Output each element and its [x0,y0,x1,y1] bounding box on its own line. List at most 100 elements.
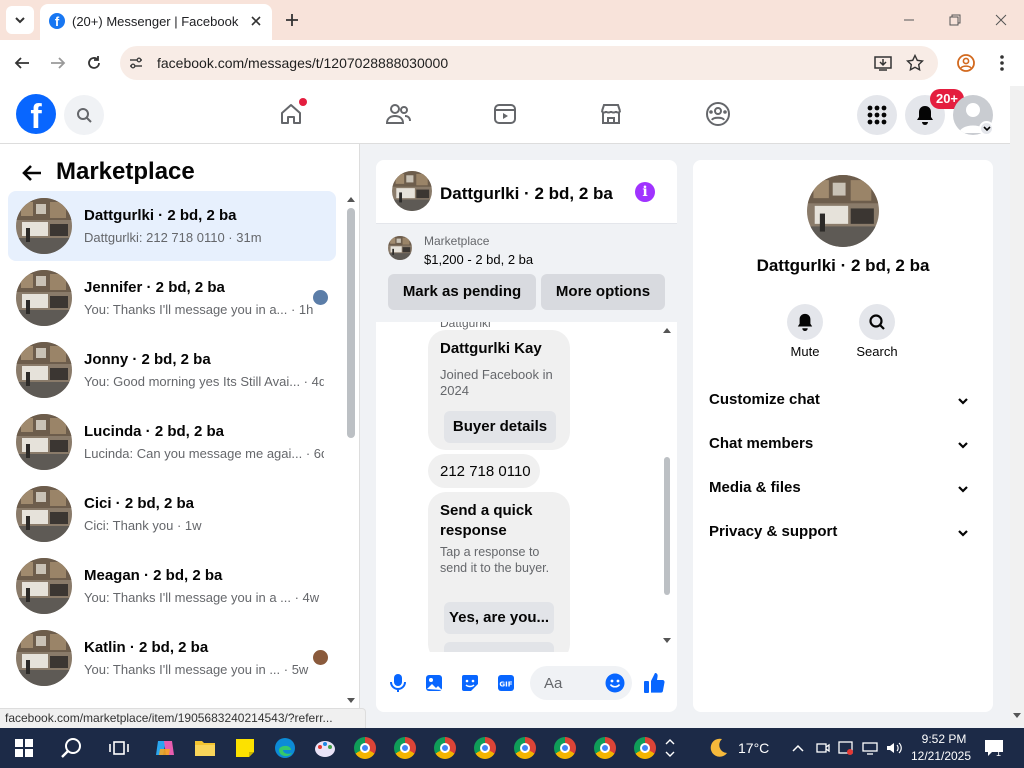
scroll-down-arrow-icon[interactable] [346,696,356,706]
conversation-item[interactable]: Katlin · 2 bd, 2 ba You: Thanks I'll mess… [8,623,336,693]
phone-message-text: 212 718 0110 [440,463,531,480]
conversation-name: Jennifer · 2 bd, 2 ba [84,279,225,296]
chrome-taskbar-icon-2[interactable] [393,736,417,760]
browser-menu-button[interactable] [991,52,1013,74]
volume-tray-icon[interactable] [886,740,902,756]
nav-home[interactable] [277,98,307,128]
chrome-icon [634,737,656,759]
new-tab-button[interactable] [282,10,302,30]
conversation-item[interactable]: Jonny · 2 bd, 2 ba You: Good morning yes … [8,335,336,405]
search-icon [61,738,81,758]
chrome-taskbar-icon-6[interactable] [553,736,577,760]
conversation-preview: You: Good morning yes Its Still Avai... … [84,374,324,389]
mute-button[interactable]: Mute [775,304,835,359]
back-button[interactable] [11,52,33,74]
profile-button[interactable] [955,52,977,74]
search-in-chat-button[interactable]: Search [847,304,907,359]
chrome-taskbar-icon-8[interactable] [633,736,657,760]
listing-thumbnail[interactable] [388,236,412,260]
mark-as-pending-button[interactable]: Mark as pending [388,274,536,310]
tab-search-button[interactable] [6,6,34,34]
show-hidden-icons-button[interactable] [790,740,806,756]
scroll-down-arrow-icon[interactable] [1012,712,1022,720]
quick-response-option-2[interactable] [444,642,554,652]
sticker-button[interactable] [459,672,481,694]
buyer-details-button[interactable]: Buyer details [444,411,556,443]
account-menu-chevron[interactable] [979,121,994,136]
scroll-up-arrow-icon[interactable] [662,326,672,334]
start-button[interactable] [12,736,36,760]
back-arrow-icon[interactable] [20,161,44,185]
clock-date[interactable]: 12/21/2025 [910,749,972,763]
forward-button[interactable] [47,52,69,74]
chrome-taskbar-icon-1[interactable] [353,736,377,760]
more-options-button[interactable]: More options [541,274,665,310]
mute-label: Mute [790,344,820,359]
edge-taskbar-icon[interactable] [273,736,297,760]
info-section-row[interactable]: Media & files [709,469,977,509]
scroll-down-arrow-icon[interactable] [662,637,672,645]
restore-button[interactable] [945,10,965,30]
facebook-search-button[interactable] [64,95,104,135]
emoji-button[interactable] [604,672,626,694]
conversation-item[interactable]: Lucinda · 2 bd, 2 ba Lucinda: Can you mes… [8,407,336,477]
nav-friends[interactable] [384,100,412,128]
conversation-list-scrollbar[interactable] [347,208,355,438]
file-explorer-taskbar-icon[interactable] [193,736,217,760]
facebook-logo-icon[interactable]: f [16,94,56,134]
sticky-notes-taskbar-icon[interactable] [233,736,257,760]
nav-groups[interactable] [704,100,732,128]
close-window-button[interactable] [991,10,1011,30]
chrome-taskbar-icon-4[interactable] [473,736,497,760]
browser-tab[interactable]: f (20+) Messenger | Facebook [40,4,272,40]
info-icon[interactable]: i [635,182,655,202]
conversation-thumbnail [16,198,72,254]
meet-now-tray-icon[interactable] [815,740,831,756]
taskbar-search-button[interactable] [60,736,84,760]
install-app-button[interactable] [874,54,892,72]
chat-listing-thumbnail[interactable] [392,171,432,211]
nav-marketplace[interactable] [597,100,625,128]
nav-video[interactable] [491,100,519,128]
search-icon [869,314,885,330]
address-bar[interactable]: facebook.com/messages/t/1207028888030000 [120,46,938,80]
message-scrollbar[interactable] [664,457,670,595]
page-scrollbar[interactable] [1010,86,1024,726]
copilot-taskbar-icon[interactable] [153,736,177,760]
info-listing-thumbnail[interactable] [807,175,879,247]
minimize-button[interactable] [899,10,919,30]
bookmark-button[interactable] [906,54,924,72]
weather-widget[interactable] [706,736,730,760]
tab-close-button[interactable] [248,13,264,29]
chrome-taskbar-icon-7[interactable] [593,736,617,760]
network-tray-icon[interactable] [862,740,878,756]
info-section-row[interactable]: Privacy & support [709,513,977,553]
chrome-taskbar-icon-5[interactable] [513,736,537,760]
attach-photo-button[interactable] [423,672,445,694]
clock-time[interactable]: 9:52 PM [916,732,972,746]
conversation-item[interactable]: Dattgurlki · 2 bd, 2 ba Dattgurlki: 212 7… [8,191,336,261]
security-tray-icon[interactable] [838,740,854,756]
taskbar-overflow-arrows[interactable] [664,736,676,760]
camera-icon [816,743,830,753]
chat-title[interactable]: Dattgurlki · 2 bd, 2 ba [440,184,613,204]
conversation-item[interactable]: Jennifer · 2 bd, 2 ba You: Thanks I'll me… [8,263,336,333]
menu-button[interactable] [857,95,897,135]
gif-button[interactable]: GIF [495,672,517,694]
scroll-up-arrow-icon[interactable] [346,194,356,204]
reload-button[interactable] [83,52,105,74]
site-settings-icon[interactable] [128,55,144,71]
quick-response-text: Tap a response to send it to the buyer. [440,545,550,575]
chrome-taskbar-icon-3[interactable] [433,736,457,760]
quick-response-option[interactable]: Yes, are you... [444,602,554,634]
like-button[interactable] [643,672,665,694]
conversation-item[interactable]: Meagan · 2 bd, 2 ba You: Thanks I'll mess… [8,551,336,621]
info-section-row[interactable]: Chat members [709,425,977,465]
conversation-name: Meagan · 2 bd, 2 ba [84,567,223,584]
task-view-button[interactable] [107,736,131,760]
home-icon [281,104,301,124]
conversation-item[interactable]: Cici · 2 bd, 2 ba Cici: Thank you · 1w [8,479,336,549]
voice-clip-button[interactable] [387,672,409,694]
info-section-row[interactable]: Customize chat [709,381,977,421]
paint-taskbar-icon[interactable] [313,736,337,760]
